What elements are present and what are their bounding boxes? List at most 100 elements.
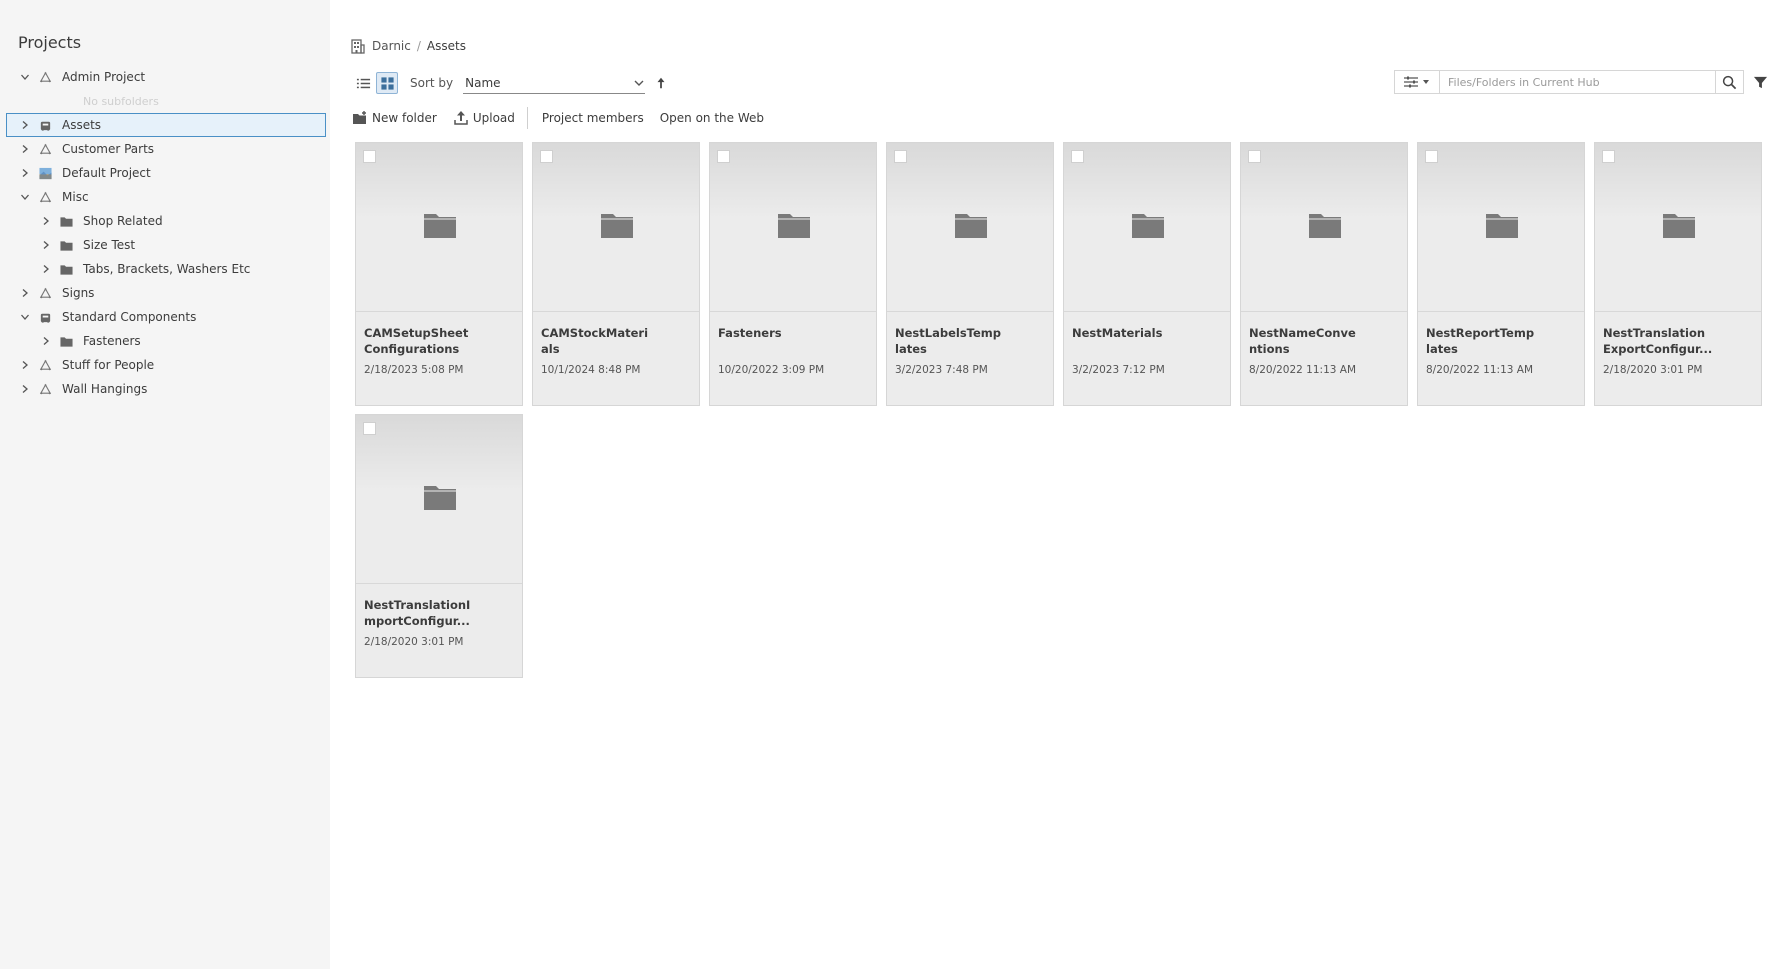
tree-item[interactable]: Size Test [6,233,326,257]
tree-item[interactable]: Assets [6,113,326,137]
folder-name-line: NestTranslationI [364,598,471,612]
tree-item-label: Wall Hangings [62,382,148,396]
action-toolbar: New folder Upload Project members Open o… [352,107,780,129]
sort-direction-button[interactable] [653,75,669,91]
tree-item[interactable]: Shop Related [6,209,326,233]
tree-item-label: Standard Components [62,310,197,324]
folder-name-line: NestLabelsTemp [895,326,1002,340]
search-input[interactable] [1440,70,1716,94]
tree-item[interactable]: Tabs, Brackets, Washers Etc [6,257,326,281]
select-checkbox[interactable] [1248,150,1261,163]
chevron-right-icon[interactable] [18,142,32,156]
folder-date: 10/1/2024 8:48 PM [541,364,641,376]
project-icon [38,70,52,84]
folder-thumbnail [356,143,522,312]
folder-name-line: ExportConfigur... [1603,342,1713,356]
folder-icon [955,214,987,238]
folder-name: CAMStockMateri als [541,325,681,357]
project-icon [38,286,52,300]
folder-icon [1663,214,1695,238]
tree-item-label: No subfolders [83,94,159,108]
project-icon [38,142,52,156]
folder-card[interactable]: NestTranslationI mportConfigur... 2/18/202… [355,414,523,678]
select-checkbox[interactable] [717,150,730,163]
tree-item[interactable]: Signs [6,281,326,305]
folder-card[interactable]: NestNameConve ntions 8/20/2022 11:13 AM [1240,142,1408,406]
folder-thumbnail [1064,143,1230,312]
search-button[interactable] [1716,70,1744,94]
new-folder-button[interactable]: New folder [352,110,437,126]
folder-thumbnail [1595,143,1761,312]
tree-item[interactable]: Misc [6,185,326,209]
chevron-down-icon[interactable] [18,310,32,324]
folder-icon [1132,214,1164,238]
tree-item[interactable]: Fasteners [6,329,326,353]
breadcrumb-hub[interactable]: Darnic [372,39,411,53]
folder-name-line: CAMStockMateri [541,326,649,340]
grid-view-button[interactable] [376,72,398,94]
chevron-right-icon[interactable] [18,286,32,300]
folder-card[interactable]: CAMSetupSheet Configurations 2/18/2023 5:0… [355,142,523,406]
folder-card[interactable]: Fasteners 10/20/2022 3:09 PM [709,142,877,406]
chevron-right-icon[interactable] [18,118,32,132]
upload-button[interactable]: Upload [453,110,515,126]
folder-card[interactable]: NestLabelsTemp lates 3/2/2023 7:48 PM [886,142,1054,406]
project-members-button[interactable]: Project members [542,111,644,125]
select-checkbox[interactable] [363,422,376,435]
folder-name-line: lates [895,342,927,356]
tree-item[interactable]: Stuff for People [6,353,326,377]
filter-icon [1753,76,1767,88]
tree-item-label: Tabs, Brackets, Washers Etc [83,262,251,276]
search-options-button[interactable] [1394,70,1440,94]
select-checkbox[interactable] [894,150,907,163]
folder-card[interactable]: CAMStockMateri als 10/1/2024 8:48 PM [532,142,700,406]
folder-card[interactable]: NestReportTemp lates 8/20/2022 11:13 AM [1417,142,1585,406]
tree-item-label: Assets [62,118,102,132]
chevron-right-icon[interactable] [39,334,53,348]
folder-name: CAMSetupSheet Configurations [364,325,504,357]
folder-thumbnail [1241,143,1407,312]
select-checkbox[interactable] [1425,150,1438,163]
select-checkbox[interactable] [363,150,376,163]
folder-date: 3/2/2023 7:48 PM [895,364,988,376]
chevron-right-icon[interactable] [39,238,53,252]
folder-name-line: NestNameConve [1249,326,1356,340]
folder-name: NestTranslationI mportConfigur... [364,597,504,629]
folder-name-line: NestMaterials [1072,326,1163,340]
chevron-down-icon[interactable] [18,70,32,84]
folder-name: NestReportTemp lates [1426,325,1566,357]
folder-card[interactable]: NestTranslation ExportConfigur... 2/18/202… [1594,142,1762,406]
chevron-right-icon[interactable] [18,382,32,396]
chevron-right-icon[interactable] [18,358,32,372]
chevron-down-icon[interactable] [18,190,32,204]
filter-button[interactable] [1750,72,1770,92]
list-view-button[interactable] [352,72,374,94]
tree-item-label: Customer Parts [62,142,155,156]
open-on-web-button[interactable]: Open on the Web [660,111,764,125]
tree-item[interactable]: Customer Parts [6,137,326,161]
tree-item[interactable]: Admin Project [6,65,326,89]
chevron-right-icon[interactable] [39,262,53,276]
folder-card[interactable]: NestMaterials 3/2/2023 7:12 PM [1063,142,1231,406]
folder-name: NestMaterials [1072,325,1212,341]
folder-name-line: NestReportTemp [1426,326,1535,340]
select-checkbox[interactable] [540,150,553,163]
folder-grid: CAMSetupSheet Configurations 2/18/2023 5:0… [355,142,1771,678]
select-checkbox[interactable] [1071,150,1084,163]
tree-item[interactable]: Default Project [6,161,326,185]
folder-name: NestTranslation ExportConfigur... [1603,325,1743,357]
folder-name: NestLabelsTemp lates [895,325,1035,357]
tree-item-label: Size Test [83,238,136,252]
folder-icon [59,214,73,228]
sliders-icon [1404,76,1429,88]
sort-select[interactable]: Name [463,72,646,94]
folder-icon [1309,214,1341,238]
chevron-right-icon[interactable] [39,214,53,228]
chevron-right-icon[interactable] [18,166,32,180]
tree-item[interactable]: Standard Components [6,305,326,329]
tree-item[interactable]: Wall Hangings [6,377,326,401]
sidebar-title: Projects [18,33,82,52]
hub-icon [38,310,52,324]
select-checkbox[interactable] [1602,150,1615,163]
